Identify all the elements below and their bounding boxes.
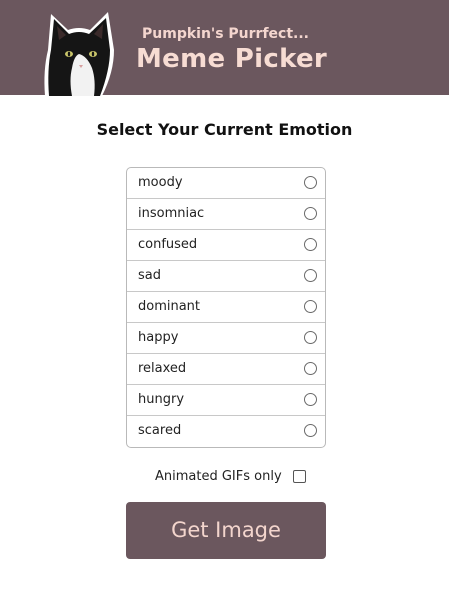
emotion-label: scared: [138, 423, 182, 438]
emotion-label: hungry: [138, 392, 185, 407]
emotion-label: sad: [138, 268, 161, 283]
emotion-label: dominant: [138, 299, 201, 314]
emotion-heading: Select Your Current Emotion: [96, 120, 353, 139]
header-subtitle: Pumpkin's Purrfect...: [142, 26, 309, 42]
radio-button[interactable]: [304, 300, 317, 313]
get-image-button[interactable]: Get Image: [126, 502, 326, 559]
emotion-label: insomniac: [138, 206, 205, 221]
emotion-label: relaxed: [138, 361, 187, 376]
app-header: Pumpkin's Purrfect... Meme Picker: [0, 0, 449, 96]
gifs-only-label: Animated GIFs only: [155, 469, 282, 484]
radio-button[interactable]: [304, 393, 317, 406]
emotion-option-dominant[interactable]: dominant: [127, 292, 325, 323]
emotion-radio-list: moody insomniac confused sad dominant ha…: [126, 167, 326, 448]
emotion-label: moody: [138, 175, 183, 190]
emotion-option-scared[interactable]: scared: [127, 416, 325, 447]
emotion-option-insomniac[interactable]: insomniac: [127, 199, 325, 230]
emotion-label: happy: [138, 330, 179, 345]
radio-button[interactable]: [304, 207, 317, 220]
emotion-label: confused: [138, 237, 198, 252]
emotion-option-happy[interactable]: happy: [127, 323, 325, 354]
radio-button[interactable]: [304, 238, 317, 251]
radio-button[interactable]: [304, 176, 317, 189]
gifs-only-checkbox[interactable]: [292, 470, 306, 483]
gifs-only-option[interactable]: Animated GIFs only: [155, 466, 306, 484]
emotion-option-moody[interactable]: moody: [127, 168, 325, 199]
cat-photo-icon: [44, 12, 114, 96]
emotion-option-hungry[interactable]: hungry: [127, 385, 325, 416]
radio-button[interactable]: [304, 269, 317, 282]
radio-button[interactable]: [304, 331, 317, 344]
radio-button[interactable]: [304, 362, 317, 375]
emotion-option-confused[interactable]: confused: [127, 230, 325, 261]
emotion-option-sad[interactable]: sad: [127, 261, 325, 292]
radio-button[interactable]: [304, 424, 317, 437]
emotion-option-relaxed[interactable]: relaxed: [127, 354, 325, 385]
app-title: Meme Picker: [136, 44, 328, 74]
